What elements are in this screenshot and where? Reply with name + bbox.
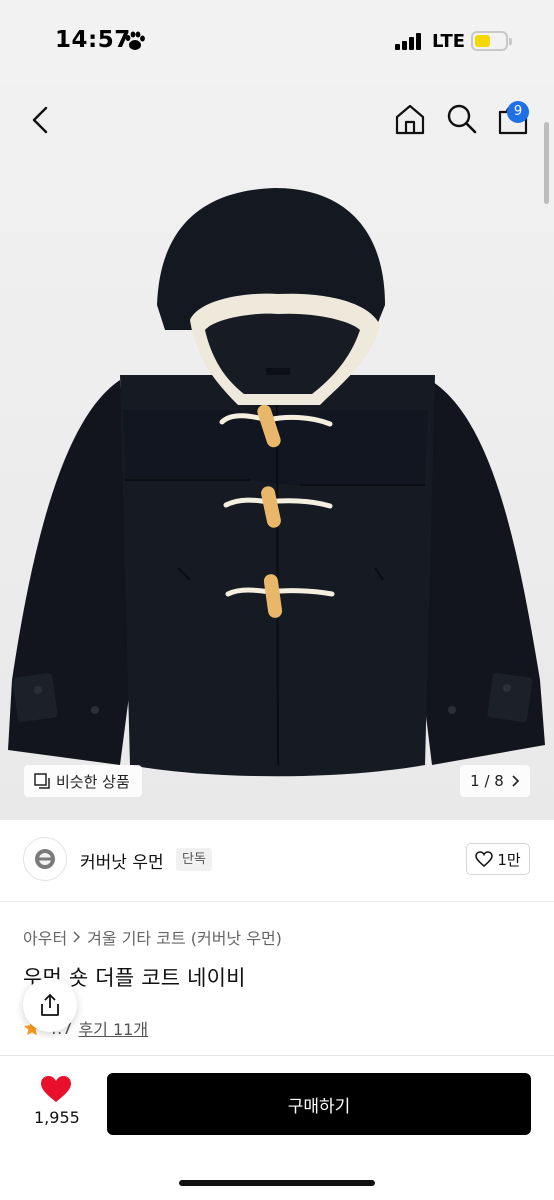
page-indicator-label: 1 / 8	[470, 772, 504, 790]
search-icon[interactable]	[445, 102, 477, 136]
chevron-right-icon	[73, 931, 81, 943]
brand-like-button[interactable]: 1만	[466, 843, 530, 875]
brand-name[interactable]: 커버낫 우먼	[80, 848, 164, 873]
similar-products-button[interactable]: 비슷한 상품	[24, 765, 142, 797]
exclusive-badge: 단독	[176, 848, 212, 871]
brand-like-count: 1만	[497, 850, 521, 869]
breadcrumb-item-category[interactable]: 아우터	[23, 925, 67, 949]
similar-products-icon	[34, 773, 50, 789]
cart-count-badge: 9	[507, 101, 529, 123]
home-icon[interactable]	[393, 102, 427, 136]
chevron-right-icon	[512, 775, 519, 787]
paw-icon	[125, 31, 145, 50]
status-time: 14:57	[55, 27, 131, 53]
share-icon	[41, 994, 59, 1016]
brand-row[interactable]: 커버낫 우먼 단독 1만	[0, 820, 554, 902]
heart-outline-icon	[475, 851, 494, 867]
battery-cap	[509, 38, 512, 45]
brand-logo[interactable]	[23, 837, 67, 881]
review-link[interactable]: 후기 11개	[78, 1016, 148, 1040]
buy-button[interactable]: 구매하기	[107, 1073, 531, 1135]
breadcrumb-item-subcategory[interactable]: 겨울 기타 코트 (커버낫 우먼)	[87, 925, 282, 949]
gallery-page-indicator[interactable]: 1 / 8	[460, 765, 530, 797]
battery-icon	[471, 31, 508, 51]
share-button[interactable]	[23, 978, 77, 1032]
like-count: 1,955	[34, 1108, 80, 1127]
similar-products-label: 비슷한 상품	[56, 772, 130, 791]
back-icon[interactable]	[26, 104, 56, 136]
home-indicator	[179, 1180, 375, 1186]
product-image[interactable]	[0, 180, 554, 780]
heart-filled-icon[interactable]	[40, 1075, 72, 1103]
signal-icon	[395, 33, 423, 50]
status-bar: 14:57 LTE	[0, 0, 554, 84]
network-label: LTE	[432, 31, 466, 52]
brand-logo-icon	[35, 849, 55, 869]
breadcrumb: 아우터 겨울 기타 코트 (커버낫 우먼)	[23, 925, 282, 949]
